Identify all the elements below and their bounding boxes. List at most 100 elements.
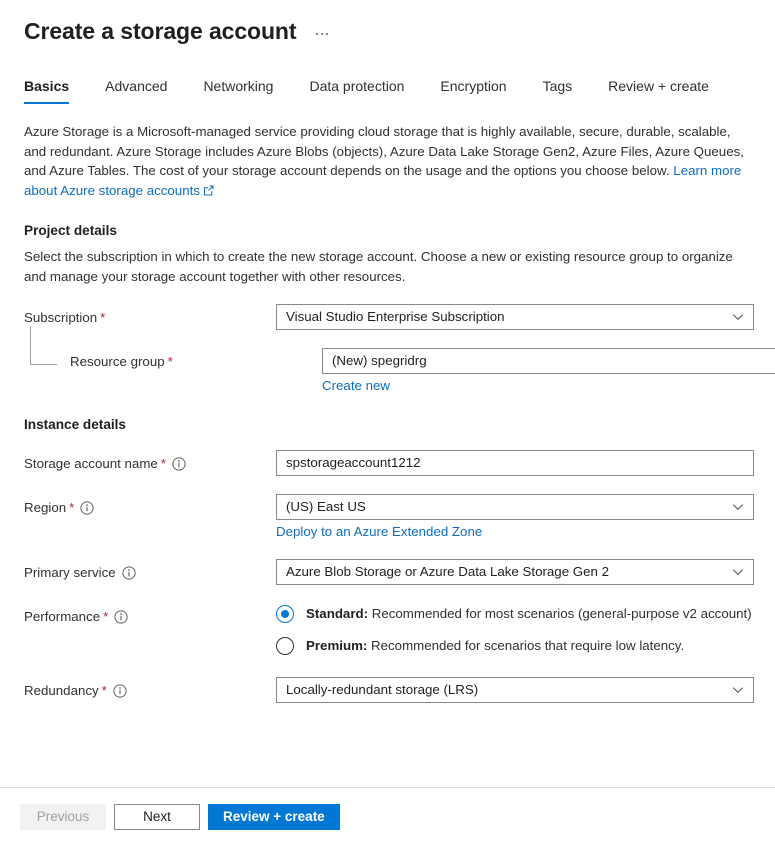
- tab-label: Networking: [203, 78, 274, 94]
- tab-tags[interactable]: Tags: [543, 77, 573, 104]
- field-row-performance: Performance * Standard: Recommended for …: [24, 603, 752, 655]
- tab-networking[interactable]: Networking: [203, 77, 273, 104]
- tab-label: Encryption: [440, 78, 507, 94]
- info-icon[interactable]: [114, 610, 128, 624]
- subscription-value: Visual Studio Enterprise Subscription: [286, 309, 505, 324]
- storage-account-name-value: spstorageaccount1212: [286, 455, 421, 470]
- tab-encryption[interactable]: Encryption: [440, 77, 506, 104]
- storage-account-name-label: Storage account name *: [24, 450, 276, 473]
- tab-label: Tags: [542, 78, 573, 94]
- storage-account-name-input[interactable]: spstorageaccount1212: [276, 450, 754, 476]
- chevron-down-icon: [732, 684, 744, 696]
- resource-group-value: (New) spegridrg: [332, 353, 427, 368]
- required-asterisk: *: [69, 500, 75, 515]
- subscription-dropdown[interactable]: Visual Studio Enterprise Subscription: [276, 304, 754, 330]
- tab-review-create[interactable]: Review + create: [608, 77, 709, 104]
- label-text: Resource group: [70, 354, 165, 369]
- label-text: Performance: [24, 609, 101, 624]
- ellipsis-dot: [326, 33, 329, 35]
- tab-label: Basics: [24, 78, 70, 94]
- redundancy-label: Redundancy *: [24, 677, 276, 700]
- primary-service-label: Primary service: [24, 559, 276, 582]
- form-content: Azure Storage is a Microsoft-managed ser…: [0, 122, 775, 703]
- field-row-subscription: Subscription * Visual Studio Enterprise …: [24, 304, 754, 330]
- region-value: (US) East US: [286, 499, 366, 514]
- review-create-button[interactable]: Review + create: [208, 803, 340, 830]
- resource-group-field-cell: (New) spegridrg Create new: [322, 348, 775, 395]
- tab-data-protection[interactable]: Data protection: [309, 77, 404, 104]
- page-title: Create a storage account: [24, 18, 297, 44]
- info-icon[interactable]: [80, 501, 94, 515]
- performance-radio-group: Standard: Recommended for most scenarios…: [276, 603, 752, 655]
- subscription-field-cell: Visual Studio Enterprise Subscription: [276, 304, 754, 330]
- region-dropdown[interactable]: (US) East US: [276, 494, 754, 520]
- redundancy-dropdown[interactable]: Locally-redundant storage (LRS): [276, 677, 754, 703]
- radio-label-premium: Premium: Recommended for scenarios that …: [306, 637, 684, 655]
- redundancy-value: Locally-redundant storage (LRS): [286, 682, 479, 697]
- info-icon[interactable]: [172, 457, 186, 471]
- performance-label: Performance *: [24, 603, 276, 626]
- deploy-extended-zone-link[interactable]: Deploy to an Azure Extended Zone: [276, 524, 482, 539]
- ellipsis-dot: [316, 33, 319, 35]
- label-text: Subscription: [24, 310, 98, 325]
- create-new-resource-group-link[interactable]: Create new: [322, 378, 390, 393]
- radio-option-premium[interactable]: Premium: Recommended for scenarios that …: [276, 637, 752, 655]
- chevron-down-icon: [732, 566, 744, 578]
- next-button[interactable]: Next: [114, 803, 200, 830]
- info-icon[interactable]: [122, 566, 136, 580]
- label-text: Storage account name: [24, 456, 158, 471]
- tab-basics[interactable]: Basics: [24, 77, 70, 104]
- ellipsis-dot: [321, 33, 324, 35]
- field-row-redundancy: Redundancy * Locally-redundant storage (…: [24, 677, 754, 703]
- radio-option-standard[interactable]: Standard: Recommended for most scenarios…: [276, 605, 752, 623]
- label-text: Redundancy: [24, 683, 99, 698]
- tab-advanced[interactable]: Advanced: [105, 77, 167, 104]
- intro-paragraph: Azure Storage is a Microsoft-managed ser…: [24, 122, 751, 201]
- radio-label-standard: Standard: Recommended for most scenarios…: [306, 605, 752, 623]
- label-text: Region: [24, 500, 67, 515]
- chevron-down-icon: [732, 311, 744, 323]
- tab-label: Advanced: [105, 78, 168, 94]
- label-text: Primary service: [24, 565, 116, 580]
- previous-button[interactable]: Previous: [20, 803, 106, 830]
- radio-indicator-standard: [276, 605, 294, 623]
- radio-name: Premium:: [306, 638, 368, 653]
- field-row-primary-service: Primary service Azure Blob Storage or Az…: [24, 559, 754, 585]
- instance-details-heading: Instance details: [24, 417, 126, 432]
- radio-indicator-premium: [276, 637, 294, 655]
- resource-group-dropdown[interactable]: (New) spegridrg: [322, 348, 775, 374]
- page-header: Create a storage account: [0, 0, 775, 50]
- radio-name: Standard:: [306, 606, 369, 621]
- field-row-storage-account-name: Storage account name * spstorageaccount1…: [24, 450, 754, 476]
- tab-label: Data protection: [309, 78, 405, 94]
- wizard-footer: Previous Next Review + create: [0, 787, 775, 845]
- required-asterisk: *: [100, 310, 106, 325]
- primary-service-field-cell: Azure Blob Storage or Azure Data Lake St…: [276, 559, 754, 585]
- project-details-description: Select the subscription in which to crea…: [24, 249, 733, 284]
- primary-service-dropdown[interactable]: Azure Blob Storage or Azure Data Lake St…: [276, 559, 754, 585]
- chevron-down-icon: [732, 501, 744, 513]
- subscription-label: Subscription *: [24, 304, 276, 327]
- intro-text: Azure Storage is a Microsoft-managed ser…: [24, 124, 744, 178]
- primary-service-value: Azure Blob Storage or Azure Data Lake St…: [286, 564, 610, 579]
- more-options-icon[interactable]: [314, 30, 330, 38]
- external-link-icon: [203, 182, 214, 202]
- field-row-region: Region * (US) East US Deploy to an Azure…: [24, 494, 754, 541]
- region-field-cell: (US) East US Deploy to an Azure Extended…: [276, 494, 754, 541]
- radio-description: Recommended for most scenarios (general-…: [368, 606, 752, 621]
- region-label: Region *: [24, 494, 276, 517]
- redundancy-field-cell: Locally-redundant storage (LRS): [276, 677, 754, 703]
- resource-group-label: Resource group *: [24, 348, 322, 371]
- required-asterisk: *: [160, 456, 166, 471]
- required-asterisk: *: [167, 354, 173, 369]
- wizard-tabs: Basics Advanced Networking Data protecti…: [0, 74, 775, 104]
- info-icon[interactable]: [113, 684, 127, 698]
- storage-account-name-field-cell: spstorageaccount1212: [276, 450, 754, 476]
- performance-field-cell: Standard: Recommended for most scenarios…: [276, 603, 752, 655]
- project-details-heading: Project details: [24, 223, 117, 238]
- project-details-form: Subscription * Visual Studio Enterprise …: [24, 304, 775, 395]
- required-asterisk: *: [101, 683, 107, 698]
- instance-details-form: Storage account name * spstorageaccount1…: [24, 450, 754, 703]
- required-asterisk: *: [103, 609, 109, 624]
- radio-description: Recommended for scenarios that require l…: [367, 638, 685, 653]
